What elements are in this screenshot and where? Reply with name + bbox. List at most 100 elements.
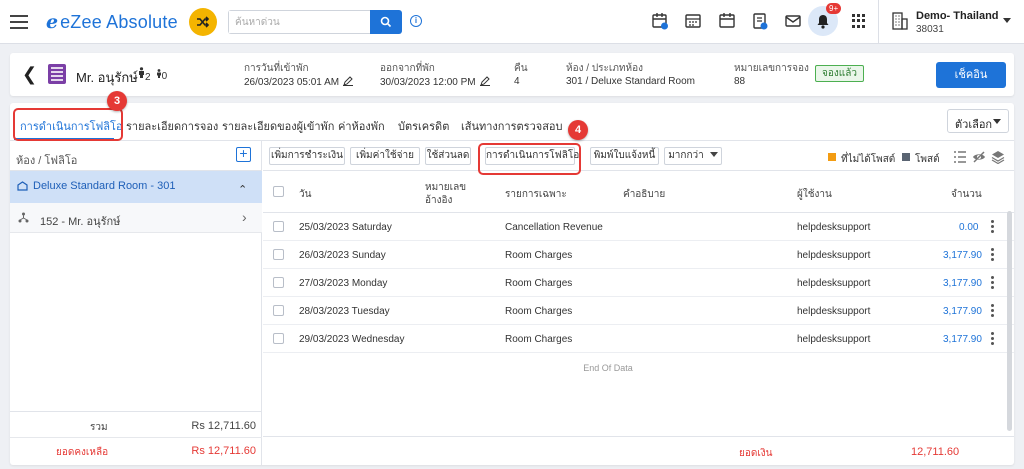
calendar-icon[interactable] xyxy=(718,12,736,30)
apply-discount-button[interactable]: ใช้ส่วนลด xyxy=(425,147,471,165)
tab-bar: การดำเนินการโฟลิโอ รายละเอียดการจอง รายล… xyxy=(10,103,1014,141)
edit-departure-icon[interactable] xyxy=(479,76,490,86)
guest-header: ❮ Mr. อนุรักษ์ 20 การวันที่เข้าพัก 26/03… xyxy=(10,53,1014,96)
tab-booking-details[interactable]: รายละเอียดการจอง xyxy=(126,117,218,135)
shuffle-icon[interactable] xyxy=(189,8,217,36)
add-charge-button[interactable]: เพิ่มค่าใช้จ่าย xyxy=(350,147,420,165)
balance-value: Rs 12,711.60 xyxy=(191,445,256,457)
divider xyxy=(878,0,879,44)
options-dropdown[interactable]: ตัวเลือก xyxy=(947,109,1009,133)
building-icon xyxy=(892,12,908,30)
calendar-grid-icon[interactable] xyxy=(684,12,702,30)
search-input[interactable] xyxy=(229,11,370,33)
row-checkbox[interactable] xyxy=(273,249,284,260)
row-particular: Room Charges xyxy=(505,278,573,289)
row-menu-icon[interactable] xyxy=(991,304,994,317)
more-dropdown[interactable]: มากกว่า xyxy=(664,147,722,165)
row-day: 25/03/2023 Saturday xyxy=(299,222,392,233)
departure-datetime: 30/03/2023 12:00 PM xyxy=(380,77,476,88)
app-logo[interactable]: e eZee Absolute xyxy=(46,11,178,33)
property-name[interactable]: Demo- Thailand xyxy=(916,10,999,22)
row-user: helpdesksupport xyxy=(797,306,871,317)
divider xyxy=(10,437,262,438)
row-particular: Cancellation Revenue xyxy=(505,222,603,233)
balance-label: ยอดคงเหลือ xyxy=(56,447,109,458)
chevron-right-icon[interactable]: › xyxy=(242,209,247,225)
table-row[interactable]: 25/03/2023 Saturday Cancellation Revenue… xyxy=(263,213,1014,241)
annotation-highlight xyxy=(13,108,123,141)
property-code: 38031 xyxy=(916,24,944,35)
table-row[interactable]: 28/03/2023 Tuesday Room Charges helpdesk… xyxy=(263,297,1014,325)
annotation-marker: 4 xyxy=(568,120,588,140)
tab-credit-card[interactable]: บัตรเครดิต xyxy=(398,117,449,135)
print-invoice-button[interactable]: พิมพ์ใบแจ้งหนี้ xyxy=(590,147,659,165)
departure-label: ออกจากที่พัก xyxy=(380,63,435,74)
tab-guest-details[interactable]: รายละเอียดของผู้เข้าพัก xyxy=(222,117,334,135)
reservation-no-value: 88 xyxy=(734,76,746,87)
footer-amount-value: 12,711.60 xyxy=(911,446,960,458)
row-user: helpdesksupport xyxy=(797,222,871,233)
chevron-down-icon xyxy=(993,119,1001,124)
search-button[interactable] xyxy=(370,10,402,34)
invoice-icon[interactable] xyxy=(751,12,769,30)
layers-icon[interactable] xyxy=(991,150,1005,164)
row-checkbox[interactable] xyxy=(273,277,284,288)
unposted-legend-swatch xyxy=(828,153,836,161)
folio-guest-item[interactable]: 152 - Mr. อนุรักษ์ › xyxy=(10,203,262,233)
reservation-no-label: หมายเลขการจอง xyxy=(734,63,809,74)
footer-amount-label: ยอดเงิน xyxy=(739,448,773,459)
logo-text: eZee Absolute xyxy=(60,11,178,32)
tab-room-charges[interactable]: ค่าห้องพัก xyxy=(338,117,385,135)
row-day: 26/03/2023 Sunday xyxy=(299,250,386,261)
edit-arrival-icon[interactable] xyxy=(343,76,354,86)
total-label: รวม xyxy=(90,422,108,433)
options-label: ตัวเลือก xyxy=(955,119,993,131)
posted-legend-swatch xyxy=(902,153,910,161)
scrollbar[interactable] xyxy=(1007,211,1012,431)
table-row[interactable]: 26/03/2023 Sunday Room Charges helpdesks… xyxy=(263,241,1014,269)
select-all-checkbox[interactable] xyxy=(273,186,284,197)
row-menu-icon[interactable] xyxy=(991,248,994,261)
top-bar: e eZee Absolute i 9+ Demo- Thailand 3803… xyxy=(0,0,1024,44)
chevron-down-icon[interactable] xyxy=(1003,18,1011,23)
row-particular: Room Charges xyxy=(505,306,573,317)
table-row[interactable]: 27/03/2023 Monday Room Charges helpdesks… xyxy=(263,269,1014,297)
list-view-icon[interactable] xyxy=(953,150,967,164)
row-checkbox[interactable] xyxy=(273,221,284,232)
bell-icon xyxy=(817,14,829,29)
add-payment-button[interactable]: เพิ่มการชำระเงิน xyxy=(269,147,345,165)
row-particular: Room Charges xyxy=(505,334,573,345)
row-menu-icon[interactable] xyxy=(991,332,994,345)
checkin-button[interactable]: เช็คอิน xyxy=(936,62,1006,88)
mail-icon[interactable] xyxy=(784,12,802,30)
adult-count: 2 xyxy=(145,72,151,83)
room-icon xyxy=(17,181,28,191)
row-checkbox[interactable] xyxy=(273,333,284,344)
adult-icon xyxy=(139,67,144,78)
guest-name: Mr. อนุรักษ์ xyxy=(76,70,138,85)
nights-label: คืน xyxy=(514,63,528,74)
hide-icon[interactable] xyxy=(972,150,986,164)
menu-icon[interactable] xyxy=(10,12,28,32)
arrival-label: การวันที่เข้าพัก xyxy=(244,63,309,74)
add-folio-icon[interactable]: + xyxy=(236,146,251,162)
folio-room-item[interactable]: Deluxe Standard Room - 301 ⌄ xyxy=(10,171,262,203)
chevron-up-icon[interactable]: ⌄ xyxy=(238,182,247,195)
child-count: 0 xyxy=(161,71,168,82)
row-menu-icon[interactable] xyxy=(991,220,994,233)
table-row[interactable]: 29/03/2023 Wednesday Room Charges helpde… xyxy=(263,325,1014,353)
calendar-add-icon[interactable] xyxy=(651,12,669,30)
folio-panel: การดำเนินการโฟลิโอ รายละเอียดการจอง รายล… xyxy=(10,91,1014,465)
row-day: 29/03/2023 Wednesday xyxy=(299,334,405,345)
folio-room-label: Deluxe Standard Room - 301 xyxy=(33,180,176,192)
back-arrow-icon[interactable]: ❮ xyxy=(22,65,37,83)
arrival-value: 26/03/2023 05:01 AM xyxy=(244,76,354,88)
posted-legend-label: โพสต์ xyxy=(915,154,940,165)
tab-audit-trail[interactable]: เส้นทางการตรวจสอบ xyxy=(461,117,563,135)
chevron-down-icon xyxy=(709,152,718,157)
info-icon[interactable]: i xyxy=(410,15,422,27)
folio-list-header: ห้อง / โฟลิโอ + xyxy=(10,141,262,171)
row-menu-icon[interactable] xyxy=(991,276,994,289)
apps-grid-icon[interactable] xyxy=(852,14,866,28)
row-checkbox[interactable] xyxy=(273,305,284,316)
